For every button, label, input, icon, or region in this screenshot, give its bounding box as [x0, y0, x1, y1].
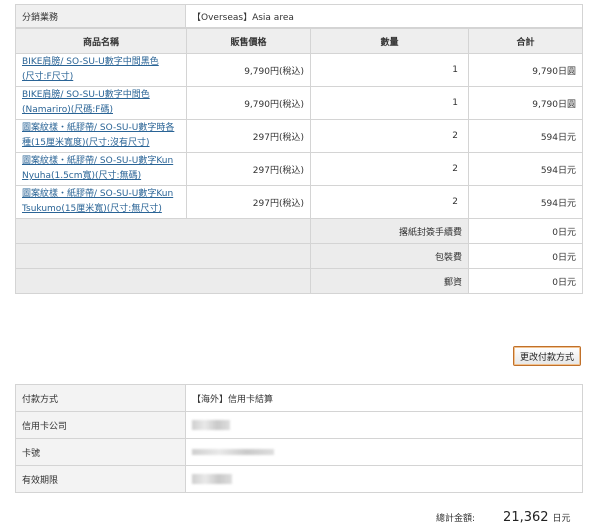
fee-label: 撂紙封簽手續費 [310, 218, 469, 244]
fee-value: 0日元 [468, 218, 583, 244]
product-cell: 圖案紋樣・紙膠帶/ SO-SU-U數字時各 種(15厘米寬度)(尺寸:沒有尺寸) [15, 119, 187, 153]
fee-label: 郵資 [310, 268, 469, 294]
fee-row-postage: 郵資 0日元 [15, 268, 583, 294]
payment-row: 有效期限 [15, 465, 583, 493]
fee-value: 0日元 [468, 268, 583, 294]
product-link[interactable]: BIKE肩膀/ SO-SU-U數字中間色 (Namariro)(尺碼:F碼) [22, 90, 150, 115]
grand-total-label: 總計金額: [436, 514, 476, 524]
line-total-cell: 594日元 [468, 119, 583, 153]
payment-method-value: 【海外】信用卡結算 [185, 384, 583, 412]
payment-method-label: 付款方式 [15, 384, 186, 412]
product-cell: BIKE肩膀/ SO-SU-U數字中間色 (Namariro)(尺碼:F碼) [15, 86, 187, 120]
expiry-value [185, 465, 583, 493]
fee-spacer [15, 218, 311, 244]
grand-total-unit: 日元 [552, 514, 571, 524]
table-row: BIKE肩膀/ SO-SU-U數字中間黑色 (尺寸:F尺寸) 9,790円(稅込)… [15, 53, 583, 87]
redacted-value [192, 419, 230, 430]
card-company-label: 信用卡公司 [15, 411, 186, 439]
grand-total-value: 21,362 [503, 510, 549, 525]
header-product-name: 商品名稱 [15, 28, 187, 54]
fee-spacer [15, 243, 311, 269]
sales-area-label: 分銷業務 [15, 4, 186, 28]
redacted-value [192, 473, 232, 484]
redacted-value [192, 448, 274, 455]
header-total: 合計 [468, 28, 583, 54]
product-cell: BIKE肩膀/ SO-SU-U數字中間黑色 (尺寸:F尺寸) [15, 53, 187, 87]
line-total-cell: 9,790日圓 [468, 86, 583, 120]
product-link[interactable]: 圖案紋樣・紙膠帶/ SO-SU-U數字Kun Nyuha(1.5cm寬)(尺寸:無… [22, 156, 173, 181]
order-table-header: 商品名稱 販售價格 數量 合計 [15, 28, 583, 54]
table-row: 圖案紋樣・紙膠帶/ SO-SU-U數字時各 種(15厘米寬度)(尺寸:沒有尺寸) … [15, 119, 583, 153]
sales-area-table: 分銷業務 【Overseas】Asia area [15, 4, 583, 28]
payment-row: 卡號 [15, 438, 583, 466]
price-cell: 297円(稅込) [186, 119, 311, 153]
header-quantity: 數量 [310, 28, 469, 54]
quantity-cell: 2 [310, 119, 469, 153]
fee-value: 0日元 [468, 243, 583, 269]
product-cell: 圖案紋樣・紙膠帶/ SO-SU-U數字Kun Nyuha(1.5cm寬)(尺寸:無… [15, 152, 187, 186]
price-cell: 9,790円(稅込) [186, 86, 311, 120]
product-cell: 圖案紋樣・紙膠帶/ SO-SU-U數字Kun Tsukumo(15厘米寬)(尺寸:… [15, 185, 187, 219]
quantity-cell: 1 [310, 86, 469, 120]
sales-area-value: 【Overseas】Asia area [185, 4, 583, 28]
price-cell: 297円(稅込) [186, 152, 311, 186]
header-price: 販售價格 [186, 28, 311, 54]
order-items-table: 商品名稱 販售價格 數量 合計 BIKE肩膀/ SO-SU-U數字中間黑色 (尺寸… [15, 28, 583, 294]
product-link[interactable]: 圖案紋樣・紙膠帶/ SO-SU-U數字時各 種(15厘米寬度)(尺寸:沒有尺寸) [22, 123, 174, 148]
product-link[interactable]: BIKE肩膀/ SO-SU-U數字中間黑色 (尺寸:F尺寸) [22, 57, 159, 82]
line-total-cell: 594日元 [468, 185, 583, 219]
product-link[interactable]: 圖案紋樣・紙膠帶/ SO-SU-U數字Kun Tsukumo(15厘米寬)(尺寸:… [22, 189, 173, 214]
payment-table: 付款方式 【海外】信用卡結算 信用卡公司 卡號 有效期限 [15, 384, 583, 493]
card-number-label: 卡號 [15, 438, 186, 466]
fee-spacer [15, 268, 311, 294]
fee-row-packaging: 包裝費 0日元 [15, 243, 583, 269]
payment-row: 付款方式 【海外】信用卡結算 [15, 384, 583, 412]
table-row: 圖案紋樣・紙膠帶/ SO-SU-U數字Kun Tsukumo(15厘米寬)(尺寸:… [15, 185, 583, 219]
change-payment-button[interactable]: 更改付款方式 [513, 346, 581, 366]
fee-row-wrapping: 撂紙封簽手續費 0日元 [15, 218, 583, 244]
payment-row: 信用卡公司 [15, 411, 583, 439]
price-cell: 9,790円(稅込) [186, 53, 311, 87]
fee-label: 包裝費 [310, 243, 469, 269]
line-total-cell: 9,790日圓 [468, 53, 583, 87]
price-cell: 297円(稅込) [186, 185, 311, 219]
card-number-value [185, 438, 583, 466]
quantity-cell: 2 [310, 185, 469, 219]
grand-total: 總計金額: 21,362 日元 [436, 510, 584, 528]
quantity-cell: 2 [310, 152, 469, 186]
quantity-cell: 1 [310, 53, 469, 87]
expiry-label: 有效期限 [15, 465, 186, 493]
table-row: 圖案紋樣・紙膠帶/ SO-SU-U數字Kun Nyuha(1.5cm寬)(尺寸:無… [15, 152, 583, 186]
line-total-cell: 594日元 [468, 152, 583, 186]
sales-area-row: 分銷業務 【Overseas】Asia area [15, 4, 583, 28]
table-row: BIKE肩膀/ SO-SU-U數字中間色 (Namariro)(尺碼:F碼) 9,… [15, 86, 583, 120]
card-company-value [185, 411, 583, 439]
